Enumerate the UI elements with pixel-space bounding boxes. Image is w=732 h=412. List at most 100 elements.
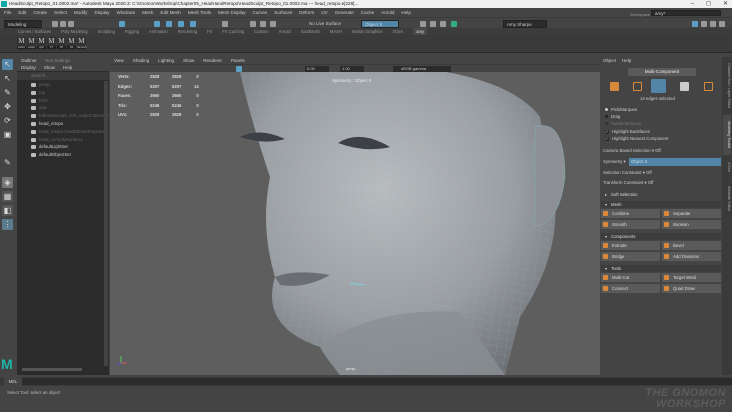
components-section[interactable]: Components <box>601 233 721 240</box>
select-tool-icon[interactable]: ↖ <box>2 59 13 70</box>
select-edges-icon[interactable] <box>190 21 196 27</box>
render-icon[interactable] <box>420 21 426 27</box>
outliner-item[interactable]: fullHeadSculpt_006_scaled:ZBrushPolyMesh <box>17 112 109 120</box>
menu-edit[interactable]: Edit <box>18 8 26 17</box>
outliner-item[interactable]: head_UV:polySurface1 <box>17 136 109 144</box>
shelf-tab-mash[interactable]: MASH <box>330 28 342 35</box>
menu-mesh[interactable]: Mesh <box>142 8 153 17</box>
menu-generate[interactable]: Generate <box>335 8 354 17</box>
shelf-tab-animation[interactable]: Animation <box>149 28 168 35</box>
outliner-item[interactable]: head_retopo <box>17 120 109 128</box>
exposure-field[interactable]: 0.00 <box>305 66 329 72</box>
render-settings-icon[interactable] <box>440 21 446 27</box>
shelf-button[interactable]: Mssdkm <box>17 37 26 50</box>
outliner-item[interactable]: side <box>17 104 109 112</box>
lasso-tool-icon[interactable]: ↖ <box>2 73 13 84</box>
menu-cache[interactable]: Cache <box>361 8 374 17</box>
user-account-dropdown[interactable]: Amy Sharpe <box>503 19 547 28</box>
bevel-button[interactable]: Bevel <box>662 241 721 250</box>
tab-modeling-toolkit[interactable]: Modeling Toolkit <box>723 115 731 155</box>
separate-button[interactable]: Separate <box>662 209 721 218</box>
symmetry-dropdown[interactable]: Object X <box>629 158 721 166</box>
wireframe-on-shaded-icon[interactable] <box>236 66 242 72</box>
menu-modify[interactable]: Modify <box>74 8 88 17</box>
pick-marquee-radio[interactable]: Pick/Marquee <box>605 107 637 112</box>
add-divisions-button[interactable]: Add Divisions <box>662 252 721 261</box>
viewport-panel[interactable]: View Shading Lighting Show Renderer Panels 0.… <box>110 57 600 375</box>
rotate-tool-icon[interactable]: ⟳ <box>2 115 13 126</box>
shelf-button[interactable]: M FT <box>47 37 56 50</box>
tools-section[interactable]: Tools <box>601 265 721 272</box>
highlight-nearest-checkbox[interactable]: ✓ Highlight Nearest Component <box>605 136 668 141</box>
ipr-render-icon[interactable] <box>430 21 436 27</box>
new-scene-icon[interactable] <box>52 21 58 27</box>
outliner-item[interactable]: head_retopo:headZBrushPolyMesh <box>17 128 109 136</box>
snap-point-icon[interactable] <box>270 21 276 27</box>
select-by-component-type-icon[interactable] <box>178 21 184 27</box>
select-by-component-icon[interactable] <box>119 21 125 27</box>
outliner-menu-show[interactable]: Show <box>44 64 55 71</box>
last-tool-icon[interactable]: ✎ <box>2 157 13 168</box>
modeling-toolkit-toggle-icon[interactable] <box>692 21 698 27</box>
shelf-tab-custom[interactable]: Custom <box>254 28 268 35</box>
extrude-button[interactable]: Extrude <box>601 241 660 250</box>
edge-mode-icon[interactable] <box>651 79 666 93</box>
shelf-button[interactable]: Mspltr <box>37 37 46 50</box>
viewport-menu-lighting[interactable]: Lighting <box>158 57 174 64</box>
attribute-editor-toggle-icon[interactable] <box>701 21 707 27</box>
shelf-tab-xgen[interactable]: XGen <box>392 28 403 35</box>
snap-curve-icon[interactable] <box>260 21 266 27</box>
menu-uv[interactable]: UV <box>321 8 327 17</box>
symmetry-field[interactable]: Object X <box>361 19 399 28</box>
outliner-horizontal-scrollbar[interactable] <box>22 368 82 371</box>
viewport-menu-view[interactable]: View <box>114 57 124 64</box>
shelf-tab-motion-graphics[interactable]: Motion Graphics <box>352 28 383 35</box>
tool-settings-toggle-icon[interactable] <box>710 21 716 27</box>
menu-windows[interactable]: Windows <box>117 8 136 17</box>
outliner-item[interactable]: top <box>17 89 109 97</box>
object-mode-icon[interactable] <box>610 82 619 91</box>
menuset-dropdown[interactable]: Modeling <box>4 19 42 28</box>
mesh-section[interactable]: Mesh <box>601 201 721 208</box>
outliner-item[interactable]: defaultLightSet <box>17 143 109 151</box>
viewport-menu-show[interactable]: Show <box>183 57 194 64</box>
scale-tool-icon[interactable]: ▣ <box>2 129 13 140</box>
shelf-tab-fx-caching[interactable]: FX Caching <box>222 28 244 35</box>
uv-mode-icon[interactable] <box>704 82 713 91</box>
shelf-button[interactable]: Mssdplc <box>27 37 36 50</box>
shelf-tab-arnold[interactable]: Arnold <box>279 28 291 35</box>
shelf-tab-rigging[interactable]: Rigging <box>125 28 139 35</box>
shelf-tab-fx[interactable]: FX <box>207 28 212 35</box>
outliner-search-input[interactable]: Search... <box>17 72 109 80</box>
select-by-hierarchy-icon[interactable] <box>154 21 160 27</box>
mtk-menu-help[interactable]: Help <box>622 57 631 64</box>
script-language-toggle[interactable]: MEL <box>4 377 22 386</box>
menu-surfaces[interactable]: Surfaces <box>274 8 292 17</box>
viewport-menu-shading[interactable]: Shading <box>133 57 150 64</box>
outliner-menu-help[interactable]: Help <box>63 64 72 71</box>
menu-deform[interactable]: Deform <box>299 8 314 17</box>
boolean-button[interactable]: Boolean <box>662 220 721 229</box>
camera-based-selection[interactable]: Camera Based Selection ▾ Off <box>603 148 661 154</box>
shelf-button[interactable]: M CP <box>57 37 66 50</box>
workspace-dropdown[interactable]: amy* <box>651 10 721 16</box>
outliner-item[interactable]: persp <box>17 81 109 89</box>
smooth-button[interactable]: Smooth <box>601 220 660 229</box>
live-surface-field[interactable]: No Live Surface <box>306 19 350 28</box>
tab-outliner[interactable]: Outliner <box>21 57 37 64</box>
color-space-dropdown[interactable]: sRGB gamma <box>393 66 451 72</box>
menu-display[interactable]: Display <box>94 8 109 17</box>
menu-curves[interactable]: Curves <box>253 8 268 17</box>
tweak-marquee-radio[interactable]: Tweak/Marquee <box>605 121 642 126</box>
close-button[interactable]: ✕ <box>723 0 728 8</box>
shelf-tab-sculpting[interactable]: Sculpting <box>98 28 115 35</box>
menu-help[interactable]: Help <box>401 8 410 17</box>
transform-constraint[interactable]: Transform Constraint ▾ Off <box>603 180 653 186</box>
tab-tool-settings[interactable]: Tool Settings <box>45 57 71 64</box>
multi-cut-button[interactable]: Multi-Cut <box>601 273 660 282</box>
tab-attribute-editor[interactable]: Attribute Editor <box>723 179 731 219</box>
paint-select-tool-icon[interactable]: ✎ <box>2 87 13 98</box>
connect-button[interactable]: Connect <box>601 284 660 293</box>
drag-radio[interactable]: Drag <box>605 114 620 119</box>
outliner-item[interactable]: front <box>17 97 109 105</box>
